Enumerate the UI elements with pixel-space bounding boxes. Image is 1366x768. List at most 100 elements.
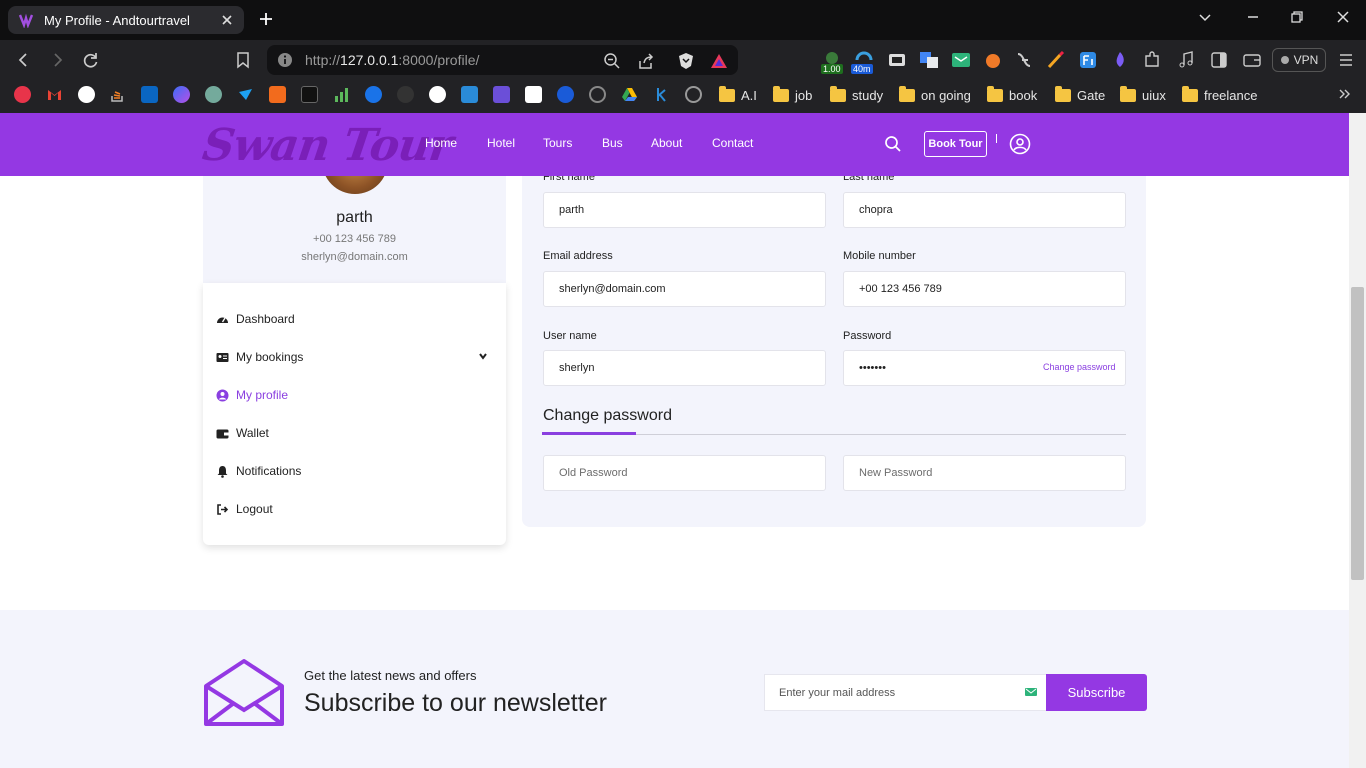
bookmark-folder-on-going[interactable]: on going	[899, 85, 971, 104]
newsletter-email-input[interactable]: Enter your mail address	[764, 674, 1047, 711]
bookmark-c-icon[interactable]	[365, 86, 382, 103]
bookmark-mega-icon[interactable]	[14, 86, 31, 103]
bookmark-messenger-icon[interactable]	[173, 86, 190, 103]
scrollbar-thumb[interactable]	[1351, 287, 1364, 580]
mobile-field[interactable]: +00 123 456 789	[843, 271, 1126, 307]
bookmark-folder-uiux[interactable]: uiux	[1120, 85, 1166, 104]
extension-glyph-icon[interactable]	[1014, 50, 1034, 70]
site-info-icon[interactable]	[277, 52, 293, 68]
bookmark-openai-icon[interactable]	[589, 86, 606, 103]
minimize-icon[interactable]	[1244, 8, 1262, 26]
extension-screen-icon[interactable]	[887, 50, 907, 70]
bookmark-folder-freelance[interactable]: freelance	[1182, 85, 1257, 104]
profile-name: parth	[336, 209, 373, 226]
nav-contact[interactable]: Contact	[712, 136, 753, 150]
nav-about[interactable]: About	[651, 136, 682, 150]
extension-mail-icon[interactable]	[951, 50, 971, 70]
restore-icon[interactable]	[1288, 8, 1306, 26]
extension-pencil-icon[interactable]	[1046, 50, 1066, 70]
email-label: Email address	[543, 250, 613, 262]
bookmark-hackerrank-icon[interactable]	[493, 86, 510, 103]
back-icon[interactable]	[14, 50, 34, 70]
brave-rewards-icon[interactable]	[710, 52, 728, 70]
nav-bus[interactable]: Bus	[602, 136, 623, 150]
browser-tab[interactable]: My Profile - Andtourtravel	[8, 6, 244, 34]
media-music-icon[interactable]	[1176, 50, 1196, 70]
extension-flame-icon[interactable]	[1110, 50, 1130, 70]
bookmark-bird-icon[interactable]	[237, 86, 254, 103]
bookmark-terminal-icon[interactable]	[301, 86, 318, 103]
old-password-field[interactable]: Old Password	[543, 455, 826, 491]
wallet-extension-icon[interactable]	[1242, 50, 1262, 70]
bookmark-folder-ai[interactable]: A.I	[719, 85, 757, 104]
bookmark-folder-gate[interactable]: Gate	[1055, 85, 1105, 104]
search-icon[interactable]	[884, 135, 902, 153]
bookmark-loop-icon[interactable]	[685, 86, 702, 103]
sidebar-toggle-icon[interactable]	[1209, 50, 1229, 70]
extension-fi-icon[interactable]	[1078, 50, 1098, 70]
first-name-field[interactable]: parth	[543, 192, 826, 228]
brave-shields-icon[interactable]	[677, 52, 695, 70]
menu-item-my-profile[interactable]: My profile	[216, 388, 288, 402]
bookmark-k-icon[interactable]	[653, 86, 670, 103]
extension-orange-icon[interactable]	[983, 50, 1003, 70]
bookmarks-overflow-icon[interactable]	[1337, 87, 1351, 101]
user-account-icon[interactable]	[1009, 133, 1031, 155]
menu-item-wallet[interactable]: Wallet	[216, 426, 269, 440]
change-password-link[interactable]: Change password	[1043, 362, 1116, 372]
bookmark-drive-icon[interactable]	[621, 86, 638, 103]
bookmark-github-icon[interactable]	[78, 86, 95, 103]
subscribe-button[interactable]: Subscribe	[1046, 674, 1147, 711]
bookmark-folder-job[interactable]: job	[773, 85, 812, 104]
main-menu-icon[interactable]	[1336, 50, 1356, 70]
bookmark-codechef-icon[interactable]	[525, 86, 542, 103]
address-bar[interactable]: http://127.0.0.1:8000/profile/	[267, 45, 738, 75]
new-password-field[interactable]: New Password	[843, 455, 1126, 491]
vpn-button[interactable]: VPN	[1272, 48, 1326, 72]
last-name-field[interactable]: chopra	[843, 192, 1126, 228]
menu-item-my-bookings[interactable]: My bookings	[216, 350, 303, 364]
username-field[interactable]: sherlyn	[543, 350, 826, 386]
bookmark-linkedin-icon[interactable]	[141, 86, 158, 103]
bookmark-q-icon[interactable]	[557, 86, 574, 103]
nav-tours[interactable]: Tours	[543, 136, 572, 150]
extensions-puzzle-icon[interactable]	[1142, 50, 1162, 70]
reload-icon[interactable]	[81, 50, 101, 70]
menu-item-logout[interactable]: Logout	[216, 502, 273, 516]
zoom-icon[interactable]	[603, 52, 621, 70]
dashboard-gauge-icon	[216, 313, 229, 326]
folder-label: study	[852, 87, 884, 103]
heading-underline-accent	[542, 432, 636, 435]
profile-email: sherlyn@domain.com	[301, 251, 408, 263]
menu-item-dashboard[interactable]: Dashboard	[216, 312, 295, 326]
new-tab-icon[interactable]	[258, 11, 274, 27]
bookmark-info-icon[interactable]	[429, 86, 446, 103]
bookmark-is-icon[interactable]	[461, 86, 478, 103]
chevron-down-icon[interactable]	[478, 351, 488, 361]
header-divider	[996, 134, 997, 143]
vpn-status-icon	[1280, 55, 1290, 65]
nav-home[interactable]: Home	[425, 136, 457, 150]
bookmark-gmail-icon[interactable]	[46, 86, 63, 103]
share-icon[interactable]	[637, 52, 655, 70]
book-tour-button[interactable]: Book Tour	[924, 131, 987, 157]
bookmark-chart-icon[interactable]	[333, 86, 350, 103]
email-field[interactable]: sherlyn@domain.com	[543, 271, 826, 307]
close-tab-icon[interactable]	[220, 13, 234, 27]
menu-label: Wallet	[236, 426, 269, 440]
bookmark-folder-study[interactable]: study	[830, 85, 884, 104]
bookmark-coin-icon[interactable]	[397, 86, 414, 103]
bookmark-stackoverflow-icon[interactable]	[109, 86, 126, 103]
bookmark-icon[interactable]	[233, 50, 253, 70]
bookmark-chatgpt-icon[interactable]	[205, 86, 222, 103]
translate-icon[interactable]	[919, 50, 939, 70]
id-card-icon	[216, 351, 229, 364]
menu-item-notifications[interactable]: Notifications	[216, 464, 301, 478]
bookmark-folder-book[interactable]: book	[987, 85, 1037, 104]
nav-hotel[interactable]: Hotel	[487, 136, 515, 150]
close-window-icon[interactable]	[1334, 8, 1352, 26]
forward-icon[interactable]	[47, 50, 67, 70]
site-logo[interactable]: Swan Tour	[199, 120, 455, 171]
tab-search-chevron-icon[interactable]	[1196, 8, 1214, 26]
bookmark-xampp-icon[interactable]	[269, 86, 286, 103]
